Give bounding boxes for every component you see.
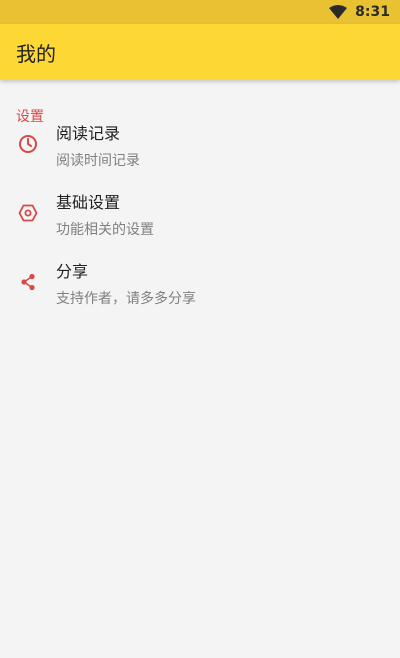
app-bar: 我的	[0, 24, 400, 80]
gear-icon	[16, 201, 40, 225]
share-icon	[16, 270, 40, 294]
clock-icon	[16, 132, 40, 156]
status-time: 8:31	[355, 4, 390, 20]
status-bar: 8:31	[0, 0, 400, 24]
share-summary: 支持作者，请多多分享	[56, 291, 196, 307]
section-header-settings: 设置	[16, 109, 44, 125]
reading-history-label: 阅读记录	[56, 124, 121, 143]
page-title: 我的	[16, 41, 56, 66]
settings-list: 设置 阅读记录 阅读时间记录 基础设置 功能相关的设置 分享 支持作者，请多多分…	[0, 80, 400, 331]
share-item[interactable]: 分享 支持作者，请多多分享	[0, 262, 400, 331]
wifi-icon	[329, 5, 348, 19]
share-label: 分享	[56, 262, 89, 281]
basic-settings-item[interactable]: 基础设置 功能相关的设置	[0, 193, 400, 262]
basic-settings-summary: 功能相关的设置	[56, 222, 154, 238]
reading-history-item[interactable]: 阅读记录 阅读时间记录	[0, 124, 400, 193]
basic-settings-label: 基础设置	[56, 193, 121, 212]
reading-history-summary: 阅读时间记录	[56, 153, 140, 169]
